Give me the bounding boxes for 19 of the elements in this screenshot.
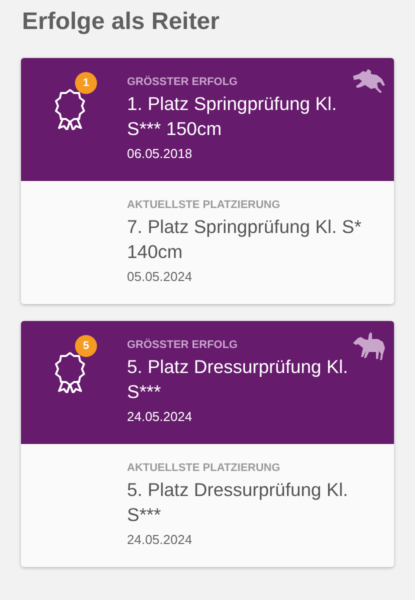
result-date: 06.05.2018 xyxy=(127,146,194,161)
section-label: AKTUELLSTE PLATZIERUNG xyxy=(127,199,282,211)
page-title: Erfolge als Reiter xyxy=(22,8,220,36)
result-date: 24.05.2024 xyxy=(127,532,194,547)
result-title: 5. Platz Dressurprüfung Kl. S*** xyxy=(127,355,350,404)
horse-jumping-icon xyxy=(351,68,385,96)
section-label: GRÖSSTER ERFOLG xyxy=(127,76,239,88)
horse-dressage-icon xyxy=(351,331,385,361)
result-title: 7. Platz Springprüfung Kl. S* 140cm xyxy=(127,215,362,264)
place-badge: 1 xyxy=(75,72,97,94)
section-label: AKTUELLSTE PLATZIERUNG xyxy=(127,462,282,474)
result-title: 1. Platz Springprüfung Kl. S*** 150cm xyxy=(127,92,338,141)
result-date: 24.05.2024 xyxy=(127,409,194,424)
place-badge: 5 xyxy=(75,335,97,357)
rosette-icon xyxy=(55,88,85,130)
result-title: 5. Platz Dressurprüfung Kl. S*** xyxy=(127,478,350,527)
section-label: GRÖSSTER ERFOLG xyxy=(127,339,239,351)
result-date: 05.05.2024 xyxy=(127,269,194,284)
rosette-icon xyxy=(55,351,85,393)
